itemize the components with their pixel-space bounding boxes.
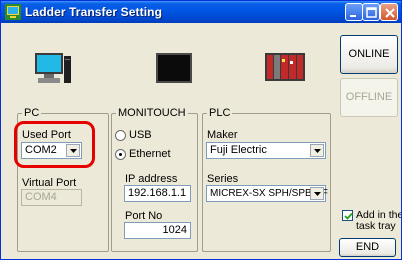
close-icon: [385, 8, 395, 18]
series-select[interactable]: MICREX-SX SPH/SPB CF: [206, 185, 328, 202]
monitouch-display-icon: [156, 53, 192, 83]
ladder-transfer-icon: [5, 4, 21, 20]
checkmark-icon: [344, 212, 353, 220]
maximize-icon: [366, 7, 377, 18]
virtual-port-value: COM4: [25, 191, 57, 203]
offline-button: OFFLINE: [340, 78, 398, 117]
maximize-button[interactable]: [362, 3, 380, 21]
maker-label: Maker: [207, 129, 238, 141]
ladder-transfer-window: Ladder Transfer Setting PC Used Port COM…: [0, 0, 402, 260]
close-button[interactable]: [380, 3, 398, 21]
ip-address-field[interactable]: 192.168.1.1: [124, 185, 191, 202]
pc-group-title: PC: [22, 107, 42, 120]
maker-dropdown-button[interactable]: [310, 144, 324, 157]
chevron-down-icon: [314, 192, 321, 196]
plc-group-title: PLC: [207, 107, 233, 120]
ethernet-radio-label[interactable]: Ethernet: [129, 148, 171, 161]
add-to-task-tray-checkbox[interactable]: [342, 210, 353, 221]
online-button[interactable]: ONLINE: [340, 35, 398, 74]
chevron-down-icon: [314, 149, 321, 153]
usb-radio-label[interactable]: USB: [129, 129, 152, 142]
ethernet-radio[interactable]: [115, 149, 126, 160]
usb-radio[interactable]: [115, 130, 126, 141]
plc-module-icon: [265, 53, 305, 81]
maker-select[interactable]: Fuji Electric: [206, 142, 326, 159]
minimize-button[interactable]: [345, 3, 363, 21]
pc-computer-icon: [35, 53, 71, 83]
port-no-field[interactable]: 1024: [124, 222, 191, 239]
add-to-task-tray-label-line2[interactable]: task tray: [356, 220, 396, 232]
port-no-value: 1024: [162, 224, 187, 236]
title-bar[interactable]: Ladder Transfer Setting: [1, 1, 401, 23]
maker-value: Fuji Electric: [210, 144, 267, 156]
series-dropdown-button[interactable]: [310, 187, 324, 200]
ip-address-value: 192.168.1.1: [128, 187, 187, 199]
end-button[interactable]: END: [339, 238, 396, 257]
monitouch-group-title: MONITOUCH: [116, 107, 188, 120]
virtual-port-field: COM4: [21, 189, 82, 206]
used-port-highlight-annotation: [14, 121, 95, 168]
window-title: Ladder Transfer Setting: [25, 5, 162, 19]
